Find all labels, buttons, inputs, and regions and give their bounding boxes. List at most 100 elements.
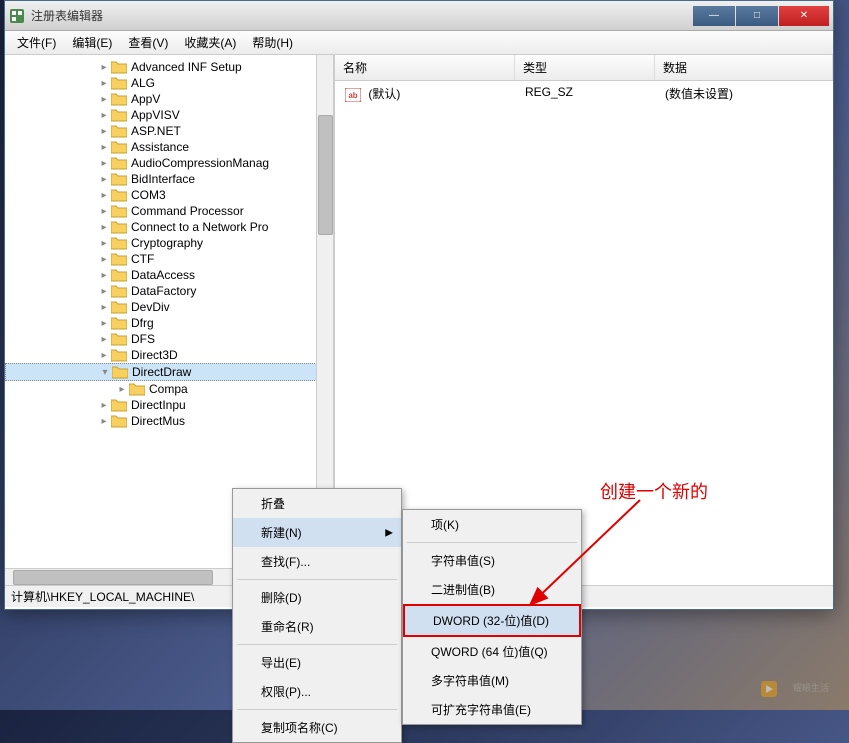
tree-node[interactable]: ▸Assistance [5, 139, 333, 155]
tree-node-label: COM3 [131, 188, 166, 202]
tree-node[interactable]: ▾ DirectDraw [5, 363, 333, 381]
expander-icon[interactable]: ▸ [97, 204, 111, 218]
context-menu-item[interactable]: 导出(E) [233, 648, 401, 677]
context-menu-item[interactable]: 权限(P)... [233, 677, 401, 706]
folder-icon [111, 124, 127, 138]
tree-node[interactable]: ▸ Command Processor [5, 203, 333, 219]
expander-icon[interactable]: ▸ [97, 236, 111, 250]
context-menu-item[interactable]: 新建(N)▶ [233, 518, 401, 547]
tree-node[interactable]: ▸AppVISV [5, 107, 333, 123]
expander-icon[interactable]: ▸ [97, 316, 111, 330]
folder-icon [111, 268, 127, 282]
tree-node-label: DirectMus [131, 414, 185, 428]
tree-node[interactable]: ▸Compa [5, 381, 333, 397]
tree-node-label: Connect to a Network Pro [131, 220, 268, 234]
expander-icon[interactable]: ▸ [97, 188, 111, 202]
titlebar[interactable]: 注册表编辑器 — □ ✕ [5, 1, 833, 31]
expander-icon[interactable]: ▸ [97, 220, 111, 234]
header-data[interactable]: 数据 [655, 55, 833, 80]
menu-view[interactable]: 查看(V) [120, 32, 176, 53]
menu-favorites[interactable]: 收藏夹(A) [176, 32, 244, 53]
menu-edit[interactable]: 编辑(E) [64, 32, 120, 53]
menu-separator [237, 579, 397, 580]
tree-node[interactable]: ▸ Advanced INF Setup [5, 59, 333, 75]
submenu-item[interactable]: QWORD (64 位)值(Q) [403, 637, 581, 666]
list-item[interactable]: ab (默认) REG_SZ (数值未设置) [337, 83, 831, 104]
tree-node[interactable]: ▸ COM3 [5, 187, 333, 203]
submenu-item[interactable]: 字符串值(S) [403, 546, 581, 575]
tree-node-label: Command Processor [131, 204, 244, 218]
tree-node[interactable]: ▸ AudioCompressionManag [5, 155, 333, 171]
context-menu-item[interactable]: 删除(D) [233, 583, 401, 612]
expander-icon[interactable]: ▸ [97, 156, 111, 170]
watermark: 耀眼生活 [761, 679, 841, 702]
tree-node-label: DirectDraw [132, 365, 191, 379]
folder-icon [111, 92, 127, 106]
submenu-item[interactable]: 二进制值(B) [403, 575, 581, 604]
submenu-item[interactable]: DWORD (32-位)值(D) [403, 604, 581, 637]
tree-node[interactable]: ▸DataAccess [5, 267, 333, 283]
tree-node-label: Advanced INF Setup [131, 60, 242, 74]
tree-node[interactable]: ▸ ALG [5, 75, 333, 91]
tree-node[interactable]: ▸Cryptography [5, 235, 333, 251]
expander-icon[interactable]: ▾ [98, 365, 112, 379]
expander-icon[interactable]: ▸ [97, 300, 111, 314]
maximize-button[interactable]: □ [736, 6, 778, 26]
expander-icon[interactable]: ▸ [97, 284, 111, 298]
expander-icon[interactable]: ▸ [97, 332, 111, 346]
expander-icon[interactable]: ▸ [97, 92, 111, 106]
context-menu-item[interactable]: 重命名(R) [233, 612, 401, 641]
tree-node[interactable]: ▸DirectInpu [5, 397, 333, 413]
menu-help[interactable]: 帮助(H) [244, 32, 301, 53]
tree-node-label: ALG [131, 76, 155, 90]
folder-icon [111, 108, 127, 122]
close-button[interactable]: ✕ [779, 6, 829, 26]
context-menu-item[interactable]: 折叠 [233, 489, 401, 518]
folder-icon [111, 414, 127, 428]
submenu-arrow-icon: ▶ [385, 527, 393, 538]
values-header: 名称 类型 数据 [335, 55, 833, 81]
folder-icon [111, 236, 127, 250]
expander-icon[interactable]: ▸ [97, 398, 111, 412]
tree-node-label: Direct3D [131, 348, 178, 362]
expander-icon[interactable]: ▸ [97, 108, 111, 122]
tree-node[interactable]: ▸ Connect to a Network Pro [5, 219, 333, 235]
tree-node[interactable]: ▸AppV [5, 91, 333, 107]
scroll-thumb[interactable] [318, 115, 333, 235]
minimize-button[interactable]: — [693, 6, 735, 26]
menu-separator [407, 542, 577, 543]
expander-icon[interactable]: ▸ [97, 414, 111, 428]
tree-node-label: BidInterface [131, 172, 195, 186]
folder-icon [112, 365, 128, 379]
tree-node[interactable]: ▸CTF [5, 251, 333, 267]
context-menu-item[interactable]: 复制项名称(C) [233, 713, 401, 742]
scroll-thumb[interactable] [13, 570, 213, 585]
tree-node[interactable]: ▸Dfrg [5, 315, 333, 331]
header-name[interactable]: 名称 [335, 55, 515, 80]
expander-icon[interactable]: ▸ [115, 382, 129, 396]
context-menu-item[interactable]: 查找(F)... [233, 547, 401, 576]
expander-icon[interactable]: ▸ [97, 172, 111, 186]
folder-icon [111, 172, 127, 186]
expander-icon[interactable]: ▸ [97, 60, 111, 74]
values-panel: 名称 类型 数据 ab (默认) REG_SZ (数值未设置) [335, 55, 833, 585]
submenu-item[interactable]: 多字符串值(M) [403, 666, 581, 695]
header-type[interactable]: 类型 [515, 55, 655, 80]
tree-node[interactable]: ▸DevDiv [5, 299, 333, 315]
folder-icon [111, 348, 127, 362]
tree-node[interactable]: ▸ Direct3D [5, 347, 333, 363]
tree-node[interactable]: ▸ DirectMus [5, 413, 333, 429]
expander-icon[interactable]: ▸ [97, 124, 111, 138]
expander-icon[interactable]: ▸ [97, 348, 111, 362]
tree-node[interactable]: ▸ASP.NET [5, 123, 333, 139]
tree-node[interactable]: ▸ BidInterface [5, 171, 333, 187]
tree-node[interactable]: ▸DataFactory [5, 283, 333, 299]
expander-icon[interactable]: ▸ [97, 268, 111, 282]
expander-icon[interactable]: ▸ [97, 76, 111, 90]
tree-node-label: AudioCompressionManag [131, 156, 269, 170]
submenu-item[interactable]: 项(K) [403, 510, 581, 539]
expander-icon[interactable]: ▸ [97, 252, 111, 266]
expander-icon[interactable]: ▸ [97, 140, 111, 154]
tree-node[interactable]: ▸DFS [5, 331, 333, 347]
menu-file[interactable]: 文件(F) [9, 32, 64, 53]
